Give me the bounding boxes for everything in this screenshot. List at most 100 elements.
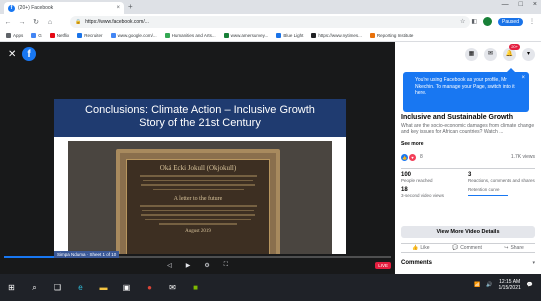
post-details-panel: ▦ ✉ 🔔 20+ ▾ × You're using Facebook as yo…	[395, 42, 541, 274]
chrome-icon[interactable]: ●	[144, 282, 155, 293]
facebook-favicon-icon: f	[8, 4, 15, 12]
notifications-badge: 20+	[509, 44, 520, 50]
close-window-icon[interactable]: ×	[533, 1, 537, 8]
live-badge: LIVE	[375, 262, 391, 269]
insight-label: Reactions, comments and shares	[468, 178, 535, 183]
share-button[interactable]: ↪ Share	[504, 245, 524, 251]
video-viewer: ✕ f Conclusions: Climate Action – Inclus…	[0, 42, 395, 299]
app-icon[interactable]: ■	[190, 282, 201, 293]
insight-item: Retention curve	[468, 187, 535, 199]
edge-icon[interactable]: e	[75, 282, 86, 293]
bookmark-favicon-icon	[110, 33, 116, 38]
clock[interactable]: 12:15 AM 1/15/2021	[499, 279, 521, 291]
settings-icon[interactable]: ⚙	[204, 262, 209, 269]
new-tab-icon[interactable]: +	[128, 2, 133, 12]
slide-caption: Simpa Nduma · Sheet 1 of 10	[54, 251, 120, 258]
back-icon[interactable]: ←	[4, 19, 12, 26]
bookmark-item[interactable]: www.google.com/...	[110, 33, 157, 38]
facebook-logo-icon[interactable]: f	[22, 47, 36, 61]
system-tray: 📶 🔊 12:15 AM 1/15/2021 💬	[474, 279, 533, 291]
post-actions: 👍 Like 💬 Comment ↪ Share	[401, 243, 535, 253]
task-view-icon[interactable]: ❑	[52, 282, 63, 293]
bookmark-item[interactable]: www.amersurvey...	[223, 33, 269, 38]
star-icon[interactable]: ☆	[460, 18, 465, 25]
extensions-icon[interactable]: ◧	[471, 18, 477, 25]
share-icon: ↪	[504, 245, 509, 251]
mail-icon[interactable]: ✉	[167, 282, 178, 293]
maximize-icon[interactable]: □	[519, 1, 523, 8]
retention-curve-line	[468, 192, 509, 196]
like-icon: 👍	[412, 245, 419, 251]
love-reaction-icon[interactable]: ♥	[409, 153, 416, 161]
post-insights: 100 People reached 3 Reactions, comments an…	[401, 168, 535, 198]
play-icon[interactable]: ▶	[186, 262, 191, 269]
profile-avatar[interactable]	[483, 17, 493, 26]
notification-center-icon[interactable]: 💬	[527, 282, 533, 288]
notifications-icon[interactable]: 🔔 20+	[503, 44, 520, 61]
bookmark-favicon-icon	[276, 33, 282, 38]
window-controls: — □ ×	[502, 1, 537, 8]
bookmark-item[interactable]: G	[31, 33, 42, 38]
forward-icon[interactable]: →	[18, 19, 26, 26]
bookmark-label: Humanities and Arts...	[171, 33, 216, 38]
bookmark-favicon-icon	[311, 33, 317, 38]
comment-sort-icon[interactable]: ▾	[532, 260, 535, 266]
bookmark-item[interactable]: Reporting Institute	[369, 33, 414, 38]
player-controls: Simpa Nduma · Sheet 1 of 10 ◁ ▶ ⚙ ⛶ LIVE	[0, 251, 395, 274]
tooltip-text: You're using Facebook as your profile, M…	[415, 77, 515, 96]
bookmark-item[interactable]: Blue Light	[276, 33, 303, 38]
bookmark-label: www.amersurvey...	[230, 33, 269, 38]
menu-icon[interactable]: ⋮	[529, 18, 535, 25]
volume-tray-icon[interactable]: 🔊	[486, 282, 492, 288]
see-more-link[interactable]: See more	[401, 141, 424, 147]
bookmark-label: Reporting Institute	[376, 33, 414, 38]
slide-title: Conclusions: Climate Action – Inclusive …	[54, 99, 346, 137]
windows-start-icon[interactable]: ⊞	[6, 282, 17, 293]
insight-item: 18 3-second video views	[401, 187, 468, 199]
plaque-subheading: A letter to the future	[173, 196, 223, 202]
like-button[interactable]: 👍 Like	[412, 245, 429, 251]
reload-icon[interactable]: ↻	[32, 18, 40, 26]
paused-button[interactable]: Paused	[498, 17, 523, 26]
bookmark-favicon-icon	[6, 33, 11, 38]
menu-grid-icon[interactable]: ▦	[465, 48, 478, 61]
search-icon[interactable]: ⌕	[29, 282, 40, 293]
header-icons: ▦ ✉ 🔔 20+ ▾	[465, 44, 535, 61]
tab-strip: f (20+) Facebook × + — □ ×	[0, 0, 541, 14]
view-details-button[interactable]: View More Video Details	[401, 226, 535, 238]
reactions-row: 👍 ♥ 8 1.7K views	[401, 152, 535, 162]
address-bar[interactable]: 🔒 https://www.facebook.com/...	[70, 16, 470, 28]
bookmark-item[interactable]: Humanities and Arts...	[164, 33, 216, 38]
bookmark-favicon-icon	[49, 33, 55, 38]
tab-title: (20+) Facebook	[18, 5, 54, 11]
tooltip-close-icon[interactable]: ×	[521, 75, 525, 82]
bookmark-item[interactable]: https://www.nytimes...	[311, 33, 362, 38]
post-description: What are the socio-economic damages from…	[401, 123, 535, 135]
account-chevron-icon[interactable]: ▾	[522, 48, 535, 61]
comment-button[interactable]: 💬 Comment	[452, 245, 482, 251]
home-icon[interactable]: ⌂	[46, 19, 54, 26]
bookmark-item[interactable]: Recruiter	[77, 33, 103, 38]
slide-title-line2: Story of the 21st Century	[139, 117, 261, 129]
toolbar-right: ☆ ◧ Paused ⋮	[460, 17, 535, 26]
messenger-icon[interactable]: ✉	[484, 48, 497, 61]
file-explorer-icon[interactable]: ▬	[98, 282, 109, 293]
browser-tab[interactable]: f (20+) Facebook ×	[4, 2, 124, 14]
volume-icon[interactable]: ◁	[167, 262, 172, 269]
minimize-icon[interactable]: —	[502, 1, 509, 8]
plaque-footer: August 2019	[185, 228, 211, 234]
reaction-count[interactable]: 8	[420, 154, 423, 160]
close-viewer-icon[interactable]: ✕	[8, 50, 16, 60]
playback-controls: ◁ ▶ ⚙ ⛶	[0, 262, 395, 269]
close-tab-icon[interactable]: ×	[116, 5, 120, 11]
view-count: 1.7K views	[510, 154, 535, 160]
fullscreen-icon[interactable]: ⛶	[224, 262, 228, 269]
bookmark-item[interactable]: Apps	[6, 33, 23, 38]
slide-title-line1: Conclusions: Climate Action – Inclusive …	[85, 104, 315, 116]
store-icon[interactable]: ▣	[121, 282, 132, 293]
like-reaction-icon[interactable]: 👍	[401, 153, 408, 161]
bookmark-item[interactable]: Netflix	[49, 33, 69, 38]
comments-heading: Comments	[401, 260, 433, 266]
network-icon[interactable]: 📶	[474, 282, 480, 288]
insight-item: 100 People reached	[401, 172, 468, 184]
